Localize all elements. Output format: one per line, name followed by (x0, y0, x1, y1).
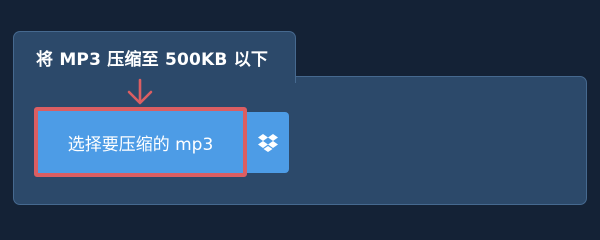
dropbox-icon (258, 133, 278, 152)
compress-tab[interactable]: 将 MP3 压缩至 500KB 以下 (13, 31, 296, 83)
dropbox-button[interactable] (247, 112, 289, 173)
choose-mp3-label: 选择要压缩的 mp3 (67, 134, 214, 155)
choose-mp3-button[interactable]: 选择要压缩的 mp3 (38, 111, 243, 173)
tab-title: 将 MP3 压缩至 500KB 以下 (36, 50, 269, 70)
arrow-down-icon (127, 78, 153, 105)
